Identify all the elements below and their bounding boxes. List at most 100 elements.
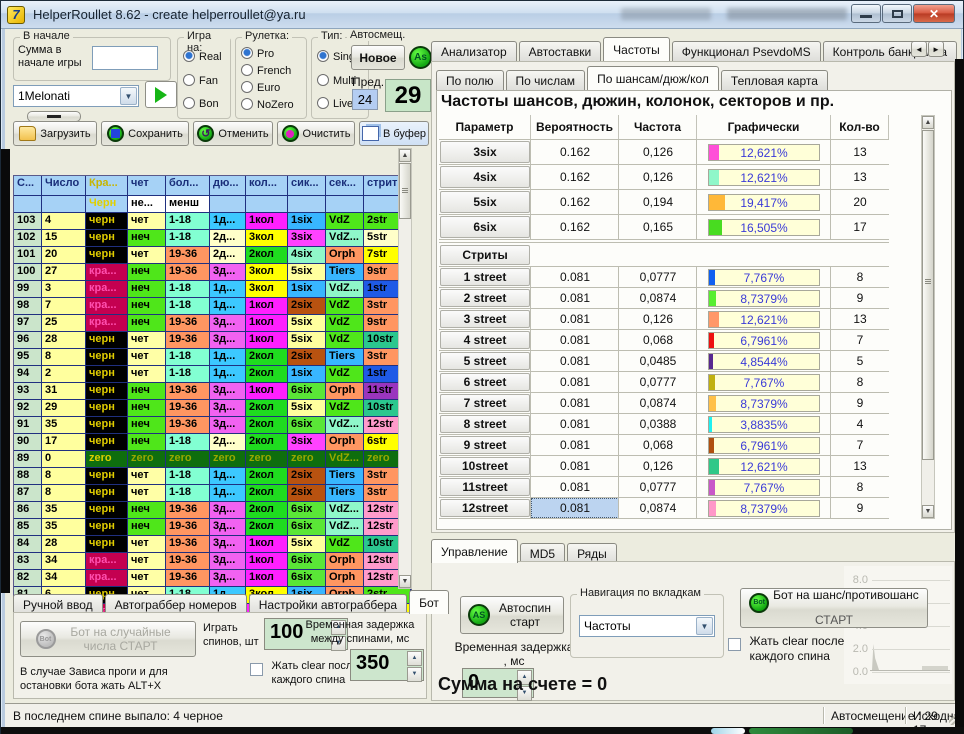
row-index-cell[interactable]: 87 bbox=[14, 485, 42, 502]
freq-freq-cell[interactable]: 0,0777 bbox=[619, 477, 697, 497]
table-cell[interactable]: 1д... bbox=[210, 468, 246, 485]
freq-prob-cell[interactable]: 0.162 bbox=[531, 215, 619, 239]
table-cell[interactable]: zero bbox=[128, 451, 166, 468]
table-cell[interactable]: 6six bbox=[288, 519, 326, 536]
table-cell[interactable]: черн bbox=[86, 332, 128, 349]
table-cell[interactable]: черн bbox=[86, 213, 128, 230]
table-cell[interactable]: 1six bbox=[288, 366, 326, 383]
table-cell[interactable]: 1кол bbox=[246, 213, 288, 230]
freq-count-cell[interactable]: 13 bbox=[831, 309, 889, 329]
table-cell[interactable]: 35 bbox=[42, 502, 86, 519]
freq-param-cell[interactable]: 6 street bbox=[440, 373, 530, 391]
radio-euro[interactable]: Euro bbox=[241, 81, 280, 94]
table-cell[interactable]: 1-18 bbox=[166, 485, 210, 502]
table-cell[interactable]: 1д... bbox=[210, 366, 246, 383]
table-cell[interactable]: бол... bbox=[166, 176, 210, 196]
freq-header[interactable]: Графически bbox=[697, 115, 831, 139]
history-table[interactable]: С...ЧислоКра...четбол...дю...кол...сик..… bbox=[13, 175, 412, 617]
table-cell[interactable]: не... bbox=[128, 196, 166, 213]
table-cell[interactable]: zero bbox=[166, 451, 210, 468]
table-cell[interactable]: чет bbox=[128, 349, 166, 366]
table-cell[interactable]: 19-36 bbox=[166, 417, 210, 434]
table-cell[interactable]: 3six bbox=[288, 230, 326, 247]
table-cell[interactable] bbox=[210, 196, 246, 213]
row-index-cell[interactable]: 89 bbox=[14, 451, 42, 468]
tab-control[interactable]: Управление bbox=[431, 539, 518, 563]
history-scroll-thumb[interactable] bbox=[399, 163, 411, 219]
table-cell[interactable] bbox=[326, 196, 364, 213]
table-cell[interactable]: 2кол bbox=[246, 519, 288, 536]
table-cell[interactable]: Orph bbox=[326, 570, 364, 587]
spin-up-icon[interactable]: ▲ bbox=[407, 651, 422, 666]
table-cell[interactable]: 4six bbox=[288, 247, 326, 264]
tab-scroll-left-icon[interactable]: ◄ bbox=[911, 41, 927, 57]
chevron-down-icon[interactable]: ▼ bbox=[120, 87, 137, 105]
table-cell[interactable]: чет bbox=[128, 485, 166, 502]
freq-count-cell[interactable]: 9 bbox=[831, 498, 889, 518]
radio-bon[interactable]: Bon bbox=[183, 97, 219, 110]
table-cell[interactable]: 2six bbox=[288, 468, 326, 485]
freq-freq-cell[interactable]: 0,126 bbox=[619, 165, 697, 189]
row-index-cell[interactable]: 84 bbox=[14, 536, 42, 553]
table-cell[interactable]: 8 bbox=[42, 485, 86, 502]
table-cell[interactable]: 1-18 bbox=[166, 230, 210, 247]
table-cell[interactable]: 28 bbox=[42, 332, 86, 349]
table-cell[interactable]: Tiers bbox=[326, 349, 364, 366]
table-cell[interactable]: 2six bbox=[288, 349, 326, 366]
table-cell[interactable]: 2д... bbox=[210, 247, 246, 264]
maximize-button[interactable] bbox=[882, 4, 912, 23]
table-cell[interactable]: 3д... bbox=[210, 400, 246, 417]
table-cell[interactable]: 6six bbox=[288, 553, 326, 570]
autospin-start-button[interactable]: AS Автоспин старт bbox=[460, 596, 564, 634]
row-index-cell[interactable]: 98 bbox=[14, 298, 42, 315]
table-cell[interactable]: Tiers bbox=[326, 485, 364, 502]
radio-pro[interactable]: Pro bbox=[241, 47, 274, 60]
freq-param-cell[interactable]: 5 street bbox=[440, 352, 530, 370]
table-cell[interactable]: VdZ bbox=[326, 315, 364, 332]
freq-freq-cell[interactable]: 0,194 bbox=[619, 190, 697, 214]
table-cell[interactable]: 4 bbox=[42, 213, 86, 230]
freq-graph-cell[interactable]: 3,8835% bbox=[697, 414, 831, 434]
table-cell[interactable]: 3д... bbox=[210, 553, 246, 570]
table-cell[interactable]: 35 bbox=[42, 417, 86, 434]
table-cell[interactable]: 19-36 bbox=[166, 332, 210, 349]
table-cell[interactable]: 3д... bbox=[210, 417, 246, 434]
table-cell[interactable]: 1кол bbox=[246, 332, 288, 349]
table-cell[interactable]: 1д... bbox=[210, 349, 246, 366]
table-cell[interactable]: 2д... bbox=[210, 434, 246, 451]
table-cell[interactable]: 3д... bbox=[210, 570, 246, 587]
table-cell[interactable]: 28 bbox=[42, 536, 86, 553]
row-index-cell[interactable]: 103 bbox=[14, 213, 42, 230]
table-cell[interactable]: дю... bbox=[210, 176, 246, 196]
table-cell[interactable]: 1-18 bbox=[166, 366, 210, 383]
subtab-by-field[interactable]: По полю bbox=[436, 70, 504, 90]
table-cell[interactable]: неч bbox=[128, 383, 166, 400]
row-index-cell[interactable]: 93 bbox=[14, 383, 42, 400]
table-cell[interactable]: 1д... bbox=[210, 485, 246, 502]
freq-param-cell[interactable]: 11street bbox=[440, 478, 530, 496]
freq-count-cell[interactable]: 17 bbox=[831, 215, 889, 239]
freq-param-cell[interactable]: 3 street bbox=[440, 310, 530, 328]
freq-count-cell[interactable]: 8 bbox=[831, 477, 889, 497]
tab-scroll-right-icon[interactable]: ► bbox=[928, 41, 944, 57]
table-cell[interactable]: 1-18 bbox=[166, 468, 210, 485]
row-index-cell[interactable]: 102 bbox=[14, 230, 42, 247]
table-cell[interactable]: 31 bbox=[42, 383, 86, 400]
row-index-cell[interactable]: 91 bbox=[14, 417, 42, 434]
table-cell[interactable]: менш bbox=[166, 196, 210, 213]
scroll-down-icon[interactable]: ▼ bbox=[922, 505, 934, 518]
row-index-cell[interactable] bbox=[14, 196, 42, 213]
radio-french[interactable]: French bbox=[241, 64, 291, 77]
table-cell[interactable]: 19-36 bbox=[166, 400, 210, 417]
table-cell[interactable]: 29 bbox=[42, 400, 86, 417]
table-cell[interactable]: 1кол bbox=[246, 383, 288, 400]
table-cell[interactable]: черн bbox=[86, 230, 128, 247]
freq-prob-cell[interactable]: 0.162 bbox=[531, 140, 619, 164]
freq-freq-cell[interactable]: 0,0874 bbox=[619, 498, 697, 518]
table-cell[interactable]: черн bbox=[86, 468, 128, 485]
copy-to-buffer-button[interactable]: В буфер bbox=[359, 121, 429, 146]
freq-freq-cell[interactable]: 0,068 bbox=[619, 330, 697, 350]
freq-graph-cell[interactable]: 12,621% bbox=[697, 140, 831, 164]
save-button[interactable]: Сохранить bbox=[101, 121, 189, 146]
table-cell[interactable]: 3д... bbox=[210, 519, 246, 536]
